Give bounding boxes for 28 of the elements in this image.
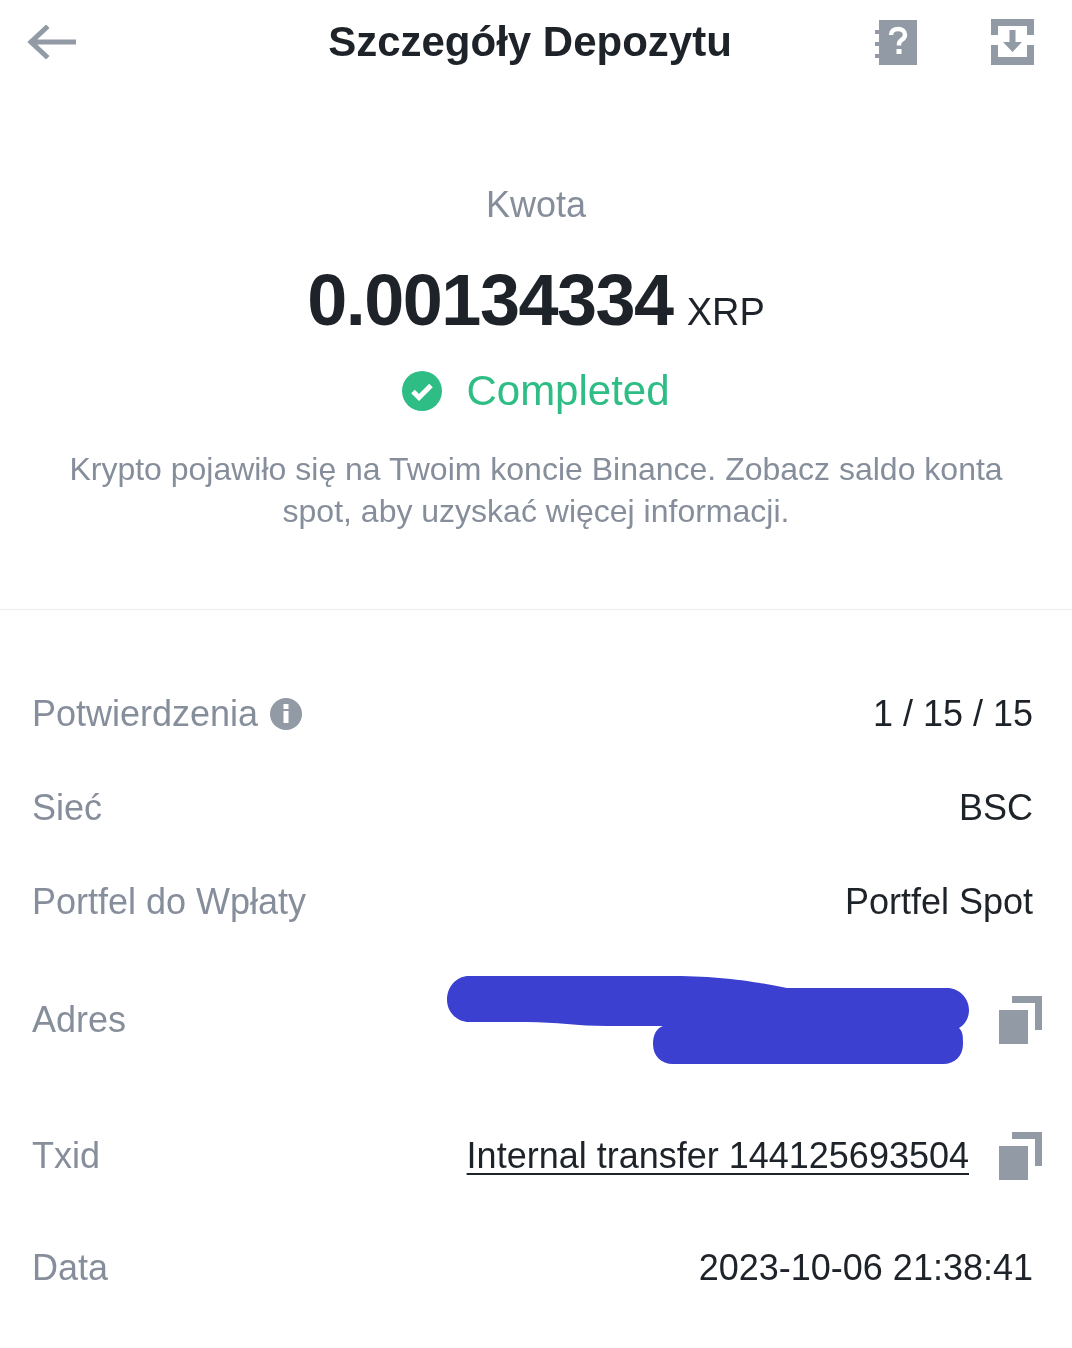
detail-label: Txid: [32, 1135, 100, 1177]
download-button[interactable]: [991, 19, 1034, 65]
download-icon: [991, 19, 1034, 65]
amount-value: 0.00134334: [307, 260, 673, 340]
help-icon: [875, 19, 917, 65]
detail-value: 1 / 15 / 15: [872, 693, 1033, 735]
info-icon[interactable]: [270, 698, 303, 730]
detail-label: Adres: [32, 999, 127, 1041]
deposit-message: Krypto pojawiło się na Twoim koncie Binance. Zobacz saldo konta spot, aby uzyskać więcej informacji.: [68, 450, 1004, 531]
detail-label: Data: [32, 1247, 109, 1289]
detail-label: Portfel do Wpłaty: [32, 881, 307, 923]
detail-label: Potwierdzenia: [32, 693, 259, 735]
back-button[interactable]: [26, 25, 76, 59]
amount-label: Kwota: [485, 183, 587, 227]
status-text: Completed: [466, 367, 670, 415]
txid-link[interactable]: Internal transfer 144125693504: [466, 1135, 969, 1177]
back-arrow-icon: [26, 25, 76, 59]
copy-button[interactable]: [999, 996, 1042, 1044]
detail-value: 2023-10-06 21:38:41: [698, 1247, 1033, 1289]
copy-icon: [999, 996, 1042, 1044]
detail-value: BSC: [958, 787, 1033, 829]
detail-value: Portfel Spot: [844, 881, 1033, 923]
help-button[interactable]: [875, 19, 917, 65]
page-title: Szczegóły Depozytu: [328, 18, 732, 66]
copy-button[interactable]: [999, 1132, 1042, 1180]
detail-label: Sieć: [32, 787, 103, 829]
currency-code: XRP: [686, 290, 765, 335]
copy-icon: [999, 1132, 1042, 1180]
